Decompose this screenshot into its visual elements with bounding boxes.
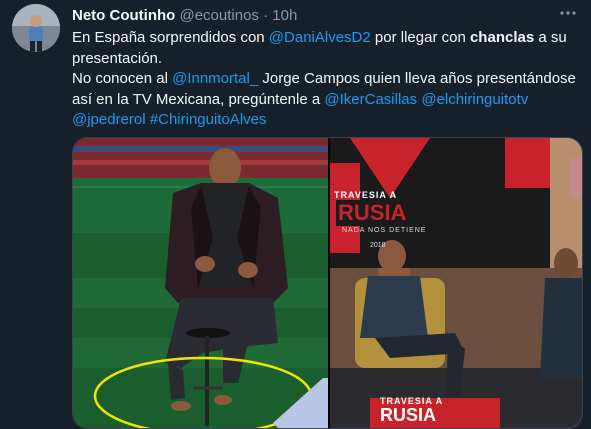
- tweet-media[interactable]: TRAVESIA A RUSIA NADA NOS DETIENE 2018 T…: [72, 137, 583, 429]
- bold-text: chanclas: [469, 29, 535, 46]
- separator-dot: ·: [263, 7, 269, 24]
- tweet-line-5: @jpedrerol #ChiringuitoAlves: [72, 110, 582, 131]
- more-horizontal-icon[interactable]: [557, 4, 579, 26]
- tweet-line-4: así en la TV Mexicana, pregúntenle a @Ik…: [72, 90, 582, 111]
- text-segment: así en la TV Mexicana, pregúntenle a: [72, 90, 325, 108]
- photo-stadium-presentation[interactable]: [73, 138, 328, 428]
- author-handle[interactable]: @ecoutinos: [179, 7, 258, 24]
- banner-subtitle: NADA NOS DETIENE: [342, 227, 427, 234]
- mention-link[interactable]: @Innmortal_: [172, 70, 258, 87]
- mention-link[interactable]: @IkerCasillas: [324, 91, 417, 108]
- tweet-line-3: No conocen al @Innmortal_ Jorge Campos q…: [72, 69, 582, 90]
- banner-year: 2018: [370, 242, 386, 249]
- mention-link[interactable]: @jpedrerol: [72, 111, 146, 128]
- tweet-header: Neto Coutinho @ecoutinos · 10h: [72, 6, 581, 26]
- text-segment: En España sorprendidos con: [72, 29, 269, 46]
- hashtag-link[interactable]: #ChiringuitoAlves: [150, 111, 267, 128]
- banner-main-title: RUSIA: [336, 200, 409, 226]
- photo-tv-studio[interactable]: TRAVESIA A RUSIA NADA NOS DETIENE 2018 T…: [330, 138, 582, 428]
- text-segment: Jorge Campos quien lleva años presentánd…: [258, 70, 576, 87]
- text-segment: No conocen al: [72, 70, 173, 87]
- mention-link[interactable]: @DaniAlvesD2: [269, 29, 371, 46]
- mention-link[interactable]: @elchiringuitotv: [421, 91, 528, 108]
- tweet-text: En España sorprendidos con @DaniAlvesD2 …: [72, 28, 582, 131]
- author-name[interactable]: Neto Coutinho: [72, 7, 175, 24]
- tweet-line-2: presentación.: [72, 49, 163, 67]
- tweet-line-1: En España sorprendidos con @DaniAlvesD2 …: [72, 28, 582, 49]
- text-segment: por llegar con: [370, 29, 470, 46]
- banner-top-line: TRAVESIA A: [334, 190, 398, 200]
- text-segment: a su: [534, 29, 567, 46]
- author-avatar[interactable]: [12, 4, 60, 52]
- tweet-timestamp[interactable]: 10h: [272, 7, 297, 24]
- bottom-banner-main: RUSIA: [380, 405, 437, 425]
